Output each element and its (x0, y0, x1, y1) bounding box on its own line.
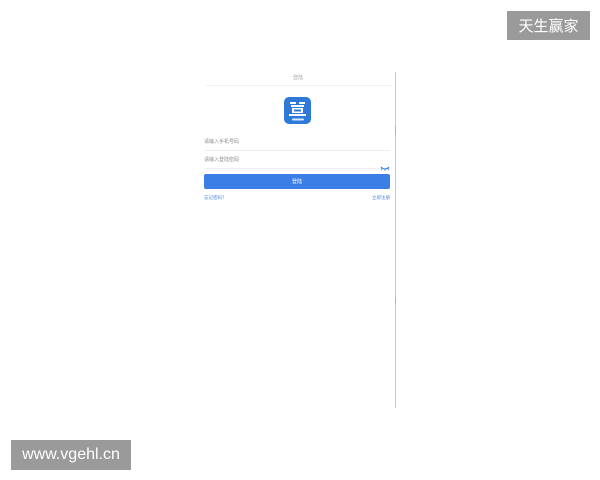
watermark-bottom-left: www.vgehl.cn (11, 440, 131, 470)
password-placeholder: 请输入登陆密码 (204, 157, 240, 163)
edge-mark (395, 126, 396, 135)
register-link[interactable]: 立即注册 (372, 195, 390, 201)
screen-right-edge (395, 72, 396, 408)
login-button[interactable]: 登陆 (204, 174, 390, 189)
phone-field[interactable]: 请输入手机号码 (204, 135, 390, 151)
logo-caption-icon (291, 118, 304, 121)
forgot-password-link[interactable]: 忘记密码? (204, 195, 224, 201)
phone-placeholder: 请输入手机号码 (204, 139, 240, 145)
app-logo-icon (284, 97, 311, 124)
page-title: 登陆 (292, 75, 303, 81)
header-divider (206, 85, 392, 86)
logo-caption (284, 118, 311, 122)
edge-mark (395, 298, 396, 304)
login-screen: 登陆 请输入手机号码 请输入登陆密码 登陆 忘记密码? 立即注册 (200, 68, 396, 408)
eye-icon[interactable] (380, 156, 390, 171)
password-field[interactable]: 请输入登陆密码 (204, 153, 390, 171)
watermark-top-right: 天生赢家 (507, 11, 590, 40)
logo-mark-icon (289, 102, 306, 116)
